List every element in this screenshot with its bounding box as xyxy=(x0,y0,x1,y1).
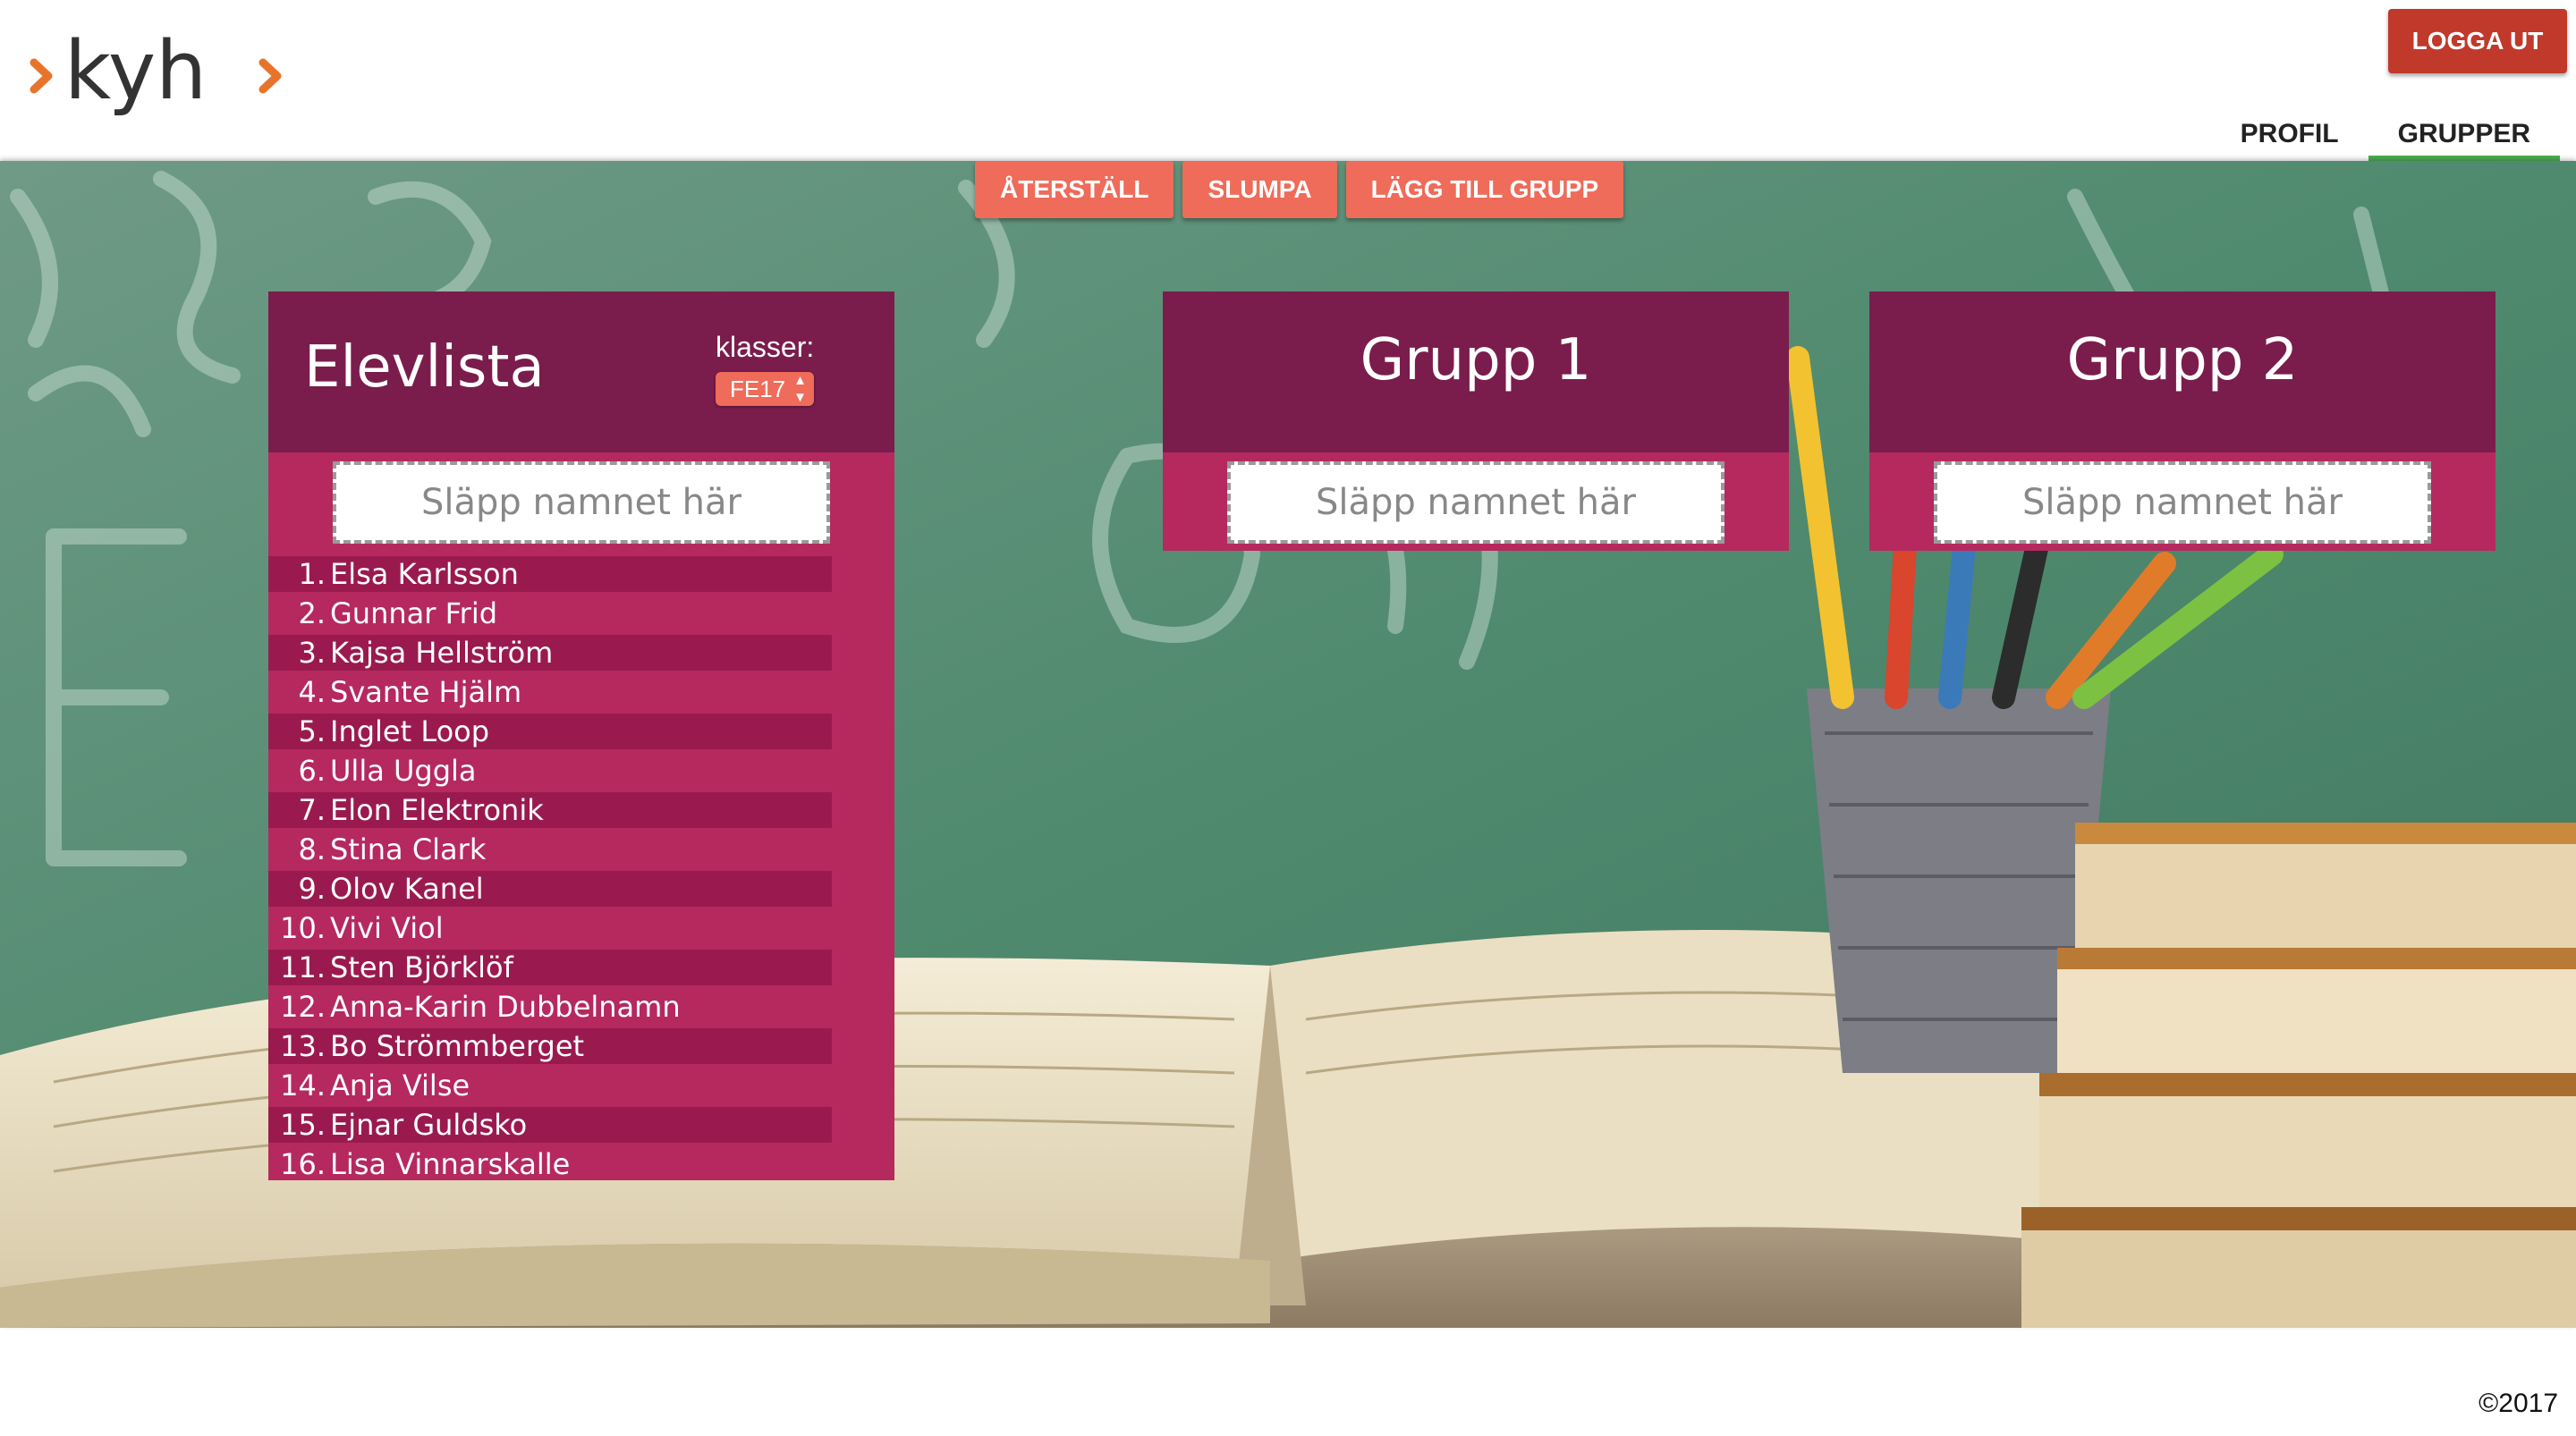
main-nav: PROFIL GRUPPER xyxy=(2211,106,2560,161)
student-name: Elsa Karlsson xyxy=(330,557,519,591)
student-row[interactable]: 9. Olov Kanel xyxy=(268,871,832,907)
student-name: Ulla Uggla xyxy=(330,754,477,788)
student-number: 5. xyxy=(298,714,326,748)
student-list-card: Elevlista klasser: FE17 ▲ ▼ Släpp namnet … xyxy=(268,291,894,1181)
group-toolbar: ÅTERSTÄLL SLUMPA LÄGG TILL GRUPP xyxy=(975,161,1624,218)
student-number: 6. xyxy=(298,754,326,788)
group-1-header: Grupp 1 xyxy=(1163,291,1789,452)
student-row[interactable]: 13. Bo Strömmberget xyxy=(268,1028,832,1064)
tab-profil[interactable]: PROFIL xyxy=(2211,106,2368,161)
student-dropzone[interactable]: Släpp namnet här xyxy=(333,461,830,544)
student-name: Sten Björklöf xyxy=(330,950,513,984)
kyh-logo[interactable]: kyh xyxy=(29,27,297,125)
student-number: 16. xyxy=(280,1147,326,1181)
student-row[interactable]: 15. Ejnar Guldsko xyxy=(268,1107,832,1143)
student-name: Gunnar Frid xyxy=(330,596,498,630)
class-select[interactable]: FE17 ▲ ▼ xyxy=(716,372,814,406)
shuffle-button[interactable]: SLUMPA xyxy=(1182,161,1337,218)
student-row[interactable]: 4. Svante Hjälm xyxy=(268,674,832,710)
student-row[interactable]: 2. Gunnar Frid xyxy=(268,596,832,631)
student-row[interactable]: 1. Elsa Karlsson xyxy=(268,556,832,592)
student-number: 2. xyxy=(298,596,326,630)
group-card-2: Grupp 2 Släpp namnet här xyxy=(1869,291,2496,551)
group-2-title: Grupp 2 xyxy=(2066,327,2299,393)
student-name: Inglet Loop xyxy=(330,714,490,748)
class-select-value: FE17 xyxy=(730,376,786,402)
student-name: Anja Vilse xyxy=(330,1069,470,1102)
student-name: Stina Clark xyxy=(330,832,487,866)
student-name: Bo Strömmberget xyxy=(330,1029,585,1063)
student-name: Anna-Karin Dubbelnamn xyxy=(330,990,681,1024)
student-row[interactable]: 5. Inglet Loop xyxy=(268,714,832,749)
student-number: 4. xyxy=(298,675,326,709)
student-name: Olov Kanel xyxy=(330,872,484,906)
app-header: kyh LOGGA UT PROFIL GRUPPER xyxy=(0,0,2576,161)
logout-button[interactable]: LOGGA UT xyxy=(2388,9,2567,73)
student-row[interactable]: 16. Lisa Vinnarskalle xyxy=(268,1146,832,1182)
student-number: 13. xyxy=(280,1029,326,1063)
add-group-button[interactable]: LÄGG TILL GRUPP xyxy=(1345,161,1624,218)
student-name: Elon Elektronik xyxy=(330,793,544,827)
student-name: Vivi Viol xyxy=(330,911,444,945)
student-row[interactable]: 7. Elon Elektronik xyxy=(268,792,832,828)
student-row[interactable]: 11. Sten Björklöf xyxy=(268,950,832,985)
student-list: 1. Elsa Karlsson 2. Gunnar Frid 3. Kajsa Hell… xyxy=(268,556,894,1186)
student-number: 12. xyxy=(280,990,326,1024)
group-2-dropzone[interactable]: Släpp namnet här xyxy=(1934,461,2431,544)
student-row[interactable]: 12. Anna-Karin Dubbelnamn xyxy=(268,989,832,1025)
student-list-title: Elevlista xyxy=(304,334,545,401)
student-list-header: Elevlista klasser: FE17 ▲ ▼ xyxy=(268,291,894,452)
group-1-dropzone[interactable]: Släpp namnet här xyxy=(1227,461,1724,544)
student-number: 8. xyxy=(298,832,326,866)
student-number: 10. xyxy=(280,911,326,945)
class-label: klasser: xyxy=(716,331,815,363)
select-arrows-icon: ▲ ▼ xyxy=(793,373,807,405)
student-number: 3. xyxy=(298,636,326,670)
student-number: 7. xyxy=(298,793,326,827)
student-number: 14. xyxy=(280,1069,326,1102)
group-card-1: Grupp 1 Släpp namnet här xyxy=(1163,291,1789,551)
student-name: Kajsa Hellström xyxy=(330,636,554,670)
student-row[interactable]: 10. Vivi Viol xyxy=(268,910,832,946)
group-1-title: Grupp 1 xyxy=(1360,327,1592,393)
student-name: Svante Hjälm xyxy=(330,675,522,709)
svg-text:kyh: kyh xyxy=(64,27,207,118)
student-number: 9. xyxy=(298,872,326,906)
footer-copyright: ©2017 xyxy=(2479,1389,2558,1418)
student-name: Ejnar Guldsko xyxy=(330,1108,528,1142)
student-name: Lisa Vinnarskalle xyxy=(330,1147,571,1181)
tab-grupper[interactable]: GRUPPER xyxy=(2368,106,2560,161)
student-number: 15. xyxy=(280,1108,326,1142)
reset-button[interactable]: ÅTERSTÄLL xyxy=(975,161,1174,218)
student-row[interactable]: 8. Stina Clark xyxy=(268,832,832,867)
student-row[interactable]: 14. Anja Vilse xyxy=(268,1068,832,1103)
student-row[interactable]: 3. Kajsa Hellström xyxy=(268,635,832,671)
group-2-header: Grupp 2 xyxy=(1869,291,2496,452)
student-number: 11. xyxy=(280,950,326,984)
student-number: 1. xyxy=(298,557,326,591)
hero-area: ÅTERSTÄLL SLUMPA LÄGG TILL GRUPP Elevlis… xyxy=(0,161,2576,1328)
student-row[interactable]: 6. Ulla Uggla xyxy=(268,753,832,789)
